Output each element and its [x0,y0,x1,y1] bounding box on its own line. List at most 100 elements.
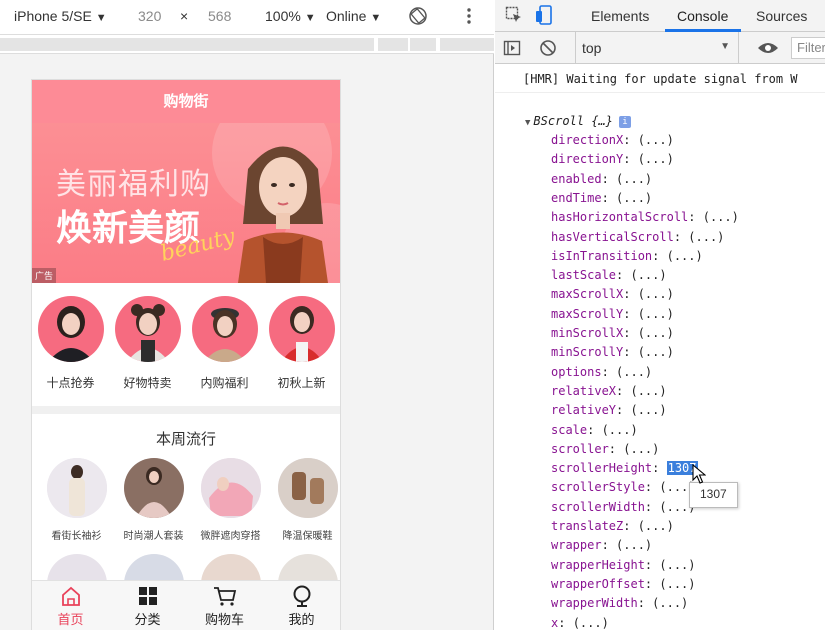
popular-label: 降温保暖鞋 [282,531,333,542]
property-row[interactable]: isInTransition: (...) [551,249,703,263]
tab-home[interactable]: 首页 [32,581,109,630]
property-row[interactable]: wrapperWidth: (...) [551,596,688,610]
filter-input[interactable]: Filter [791,37,825,59]
recommend-section: 十点抢券 好物特卖 内购福利 初秋上新 [32,283,340,406]
property-row[interactable]: directionX: (...) [551,133,674,147]
property-row[interactable]: maxScrollX: (...) [551,287,674,301]
property-value[interactable]: (...) [638,326,674,340]
device-toggle-icon[interactable] [535,5,553,28]
more-options-icon[interactable] [466,6,472,29]
object-header[interactable]: ▼ BScroll {…} i [525,114,631,128]
tab-sources[interactable]: Sources [756,8,807,24]
property-row[interactable]: translateZ: (...) [551,519,674,533]
property-row[interactable]: wrapper: (...) [551,538,652,552]
property-row[interactable]: scrollerStyle: (...) [551,480,696,494]
section-title: 本周流行 [155,431,216,448]
zoom-select[interactable]: 100% ▼ [265,8,316,24]
property-key: wrapperWidth [551,596,638,611]
network-throttle-select[interactable]: Online ▼ [326,8,381,24]
property-row[interactable]: wrapperHeight: (...) [551,558,696,572]
page-title: 购物街 [163,93,209,110]
property-row[interactable]: wrapperOffset: (...) [551,577,696,591]
property-separator: : [616,383,631,398]
property-value[interactable]: (...) [573,616,609,630]
info-icon[interactable]: i [618,116,631,128]
property-value[interactable]: (...) [652,596,688,610]
tab-category[interactable]: 分类 [109,581,186,630]
context-select[interactable]: top ▼ [575,32,739,64]
media-query-ruler[interactable] [0,34,494,54]
property-value[interactable]: (...) [616,538,652,552]
property-value[interactable]: (...) [638,152,674,166]
property-value[interactable]: (...) [602,423,638,437]
property-value[interactable]: (...) [616,172,652,186]
recommend-item[interactable]: 好物特卖 [109,296,186,391]
property-value[interactable]: (...) [638,345,674,359]
property-value[interactable]: (...) [703,210,739,224]
recommend-item[interactable]: 内购福利 [186,296,263,391]
device-select[interactable]: iPhone 5/SE ▼ [14,8,107,24]
property-value[interactable]: (...) [667,249,703,263]
property-value[interactable]: (...) [630,403,666,417]
property-row[interactable]: scrollerHeight: 1307 [551,461,698,476]
property-row[interactable]: relativeY: (...) [551,403,667,417]
property-value[interactable]: (...) [616,365,652,379]
property-value[interactable]: (...) [630,384,666,398]
recommend-label: 初秋上新 [277,376,326,390]
tab-cart[interactable]: 购物车 [186,581,263,630]
recommend-item[interactable]: 十点抢券 [32,296,109,391]
property-value[interactable]: (...) [638,287,674,301]
rotate-icon[interactable] [408,6,428,29]
tab-profile[interactable]: 我的 [263,581,340,630]
property-row[interactable]: lastScale: (...) [551,268,667,282]
tab-elements[interactable]: Elements [591,8,649,24]
property-value[interactable]: (...) [616,191,652,205]
ruler-segment[interactable] [0,38,374,51]
property-value[interactable]: (...) [659,558,695,572]
property-row[interactable]: scale: (...) [551,423,638,437]
property-value[interactable]: (...) [659,577,695,591]
property-row[interactable]: minScrollY: (...) [551,345,674,359]
property-row[interactable]: enabled: (...) [551,172,652,186]
property-value[interactable]: (...) [630,268,666,282]
clear-console-icon[interactable] [539,39,557,60]
inspect-element-icon[interactable] [505,6,523,27]
property-row[interactable]: hasHorizontalScroll: (...) [551,210,739,224]
property-row[interactable]: scrollerWidth: (...) [551,500,696,514]
popular-item[interactable]: 微胖遮肉穿搭 [192,458,269,542]
property-row[interactable]: x: (...) [551,616,609,630]
banner-carousel[interactable]: 美丽福利购 焕新美颜 beauty 广告 [32,123,340,283]
tab-console[interactable]: Console [677,8,728,24]
expand-triangle-icon[interactable]: ▼ [525,118,530,128]
property-value[interactable]: (...) [638,519,674,533]
popular-item[interactable]: 降温保暖鞋 [269,458,340,542]
property-separator: : [601,190,617,205]
property-row[interactable]: relativeX: (...) [551,384,667,398]
console-output[interactable]: [HMR] Waiting for update signal from W ▼… [495,64,825,630]
property-value[interactable]: (...) [688,230,724,244]
ruler-segment[interactable] [440,38,494,51]
ruler-segment[interactable] [378,38,408,51]
chevron-down-icon: ▼ [720,41,730,52]
show-sidebar-icon[interactable] [503,39,521,60]
eye-icon[interactable] [757,40,779,59]
property-row[interactable]: maxScrollY: (...) [551,307,674,321]
property-row[interactable]: endTime: (...) [551,191,652,205]
ruler-segment[interactable] [410,38,436,51]
popular-item[interactable]: 看街长袖衫 [38,458,115,542]
height-input[interactable]: 568 [208,8,231,24]
property-row[interactable]: scroller: (...) [551,442,659,456]
property-row[interactable]: directionY: (...) [551,152,674,166]
popular-label: 看街长袖衫 [51,531,102,542]
property-row[interactable]: options: (...) [551,365,652,379]
width-input[interactable]: 320 [138,8,161,24]
property-row[interactable]: hasVerticalScroll: (...) [551,230,724,244]
recommend-item[interactable]: 初秋上新 [263,296,340,391]
property-row[interactable]: minScrollX: (...) [551,326,674,340]
property-value[interactable]: (...) [638,133,674,147]
category-grid-icon [138,587,157,605]
popular-item[interactable]: 时尚潮人套装 [115,458,192,542]
property-value[interactable]: (...) [638,307,674,321]
popular-image [123,458,184,518]
property-value[interactable]: (...) [623,442,659,456]
